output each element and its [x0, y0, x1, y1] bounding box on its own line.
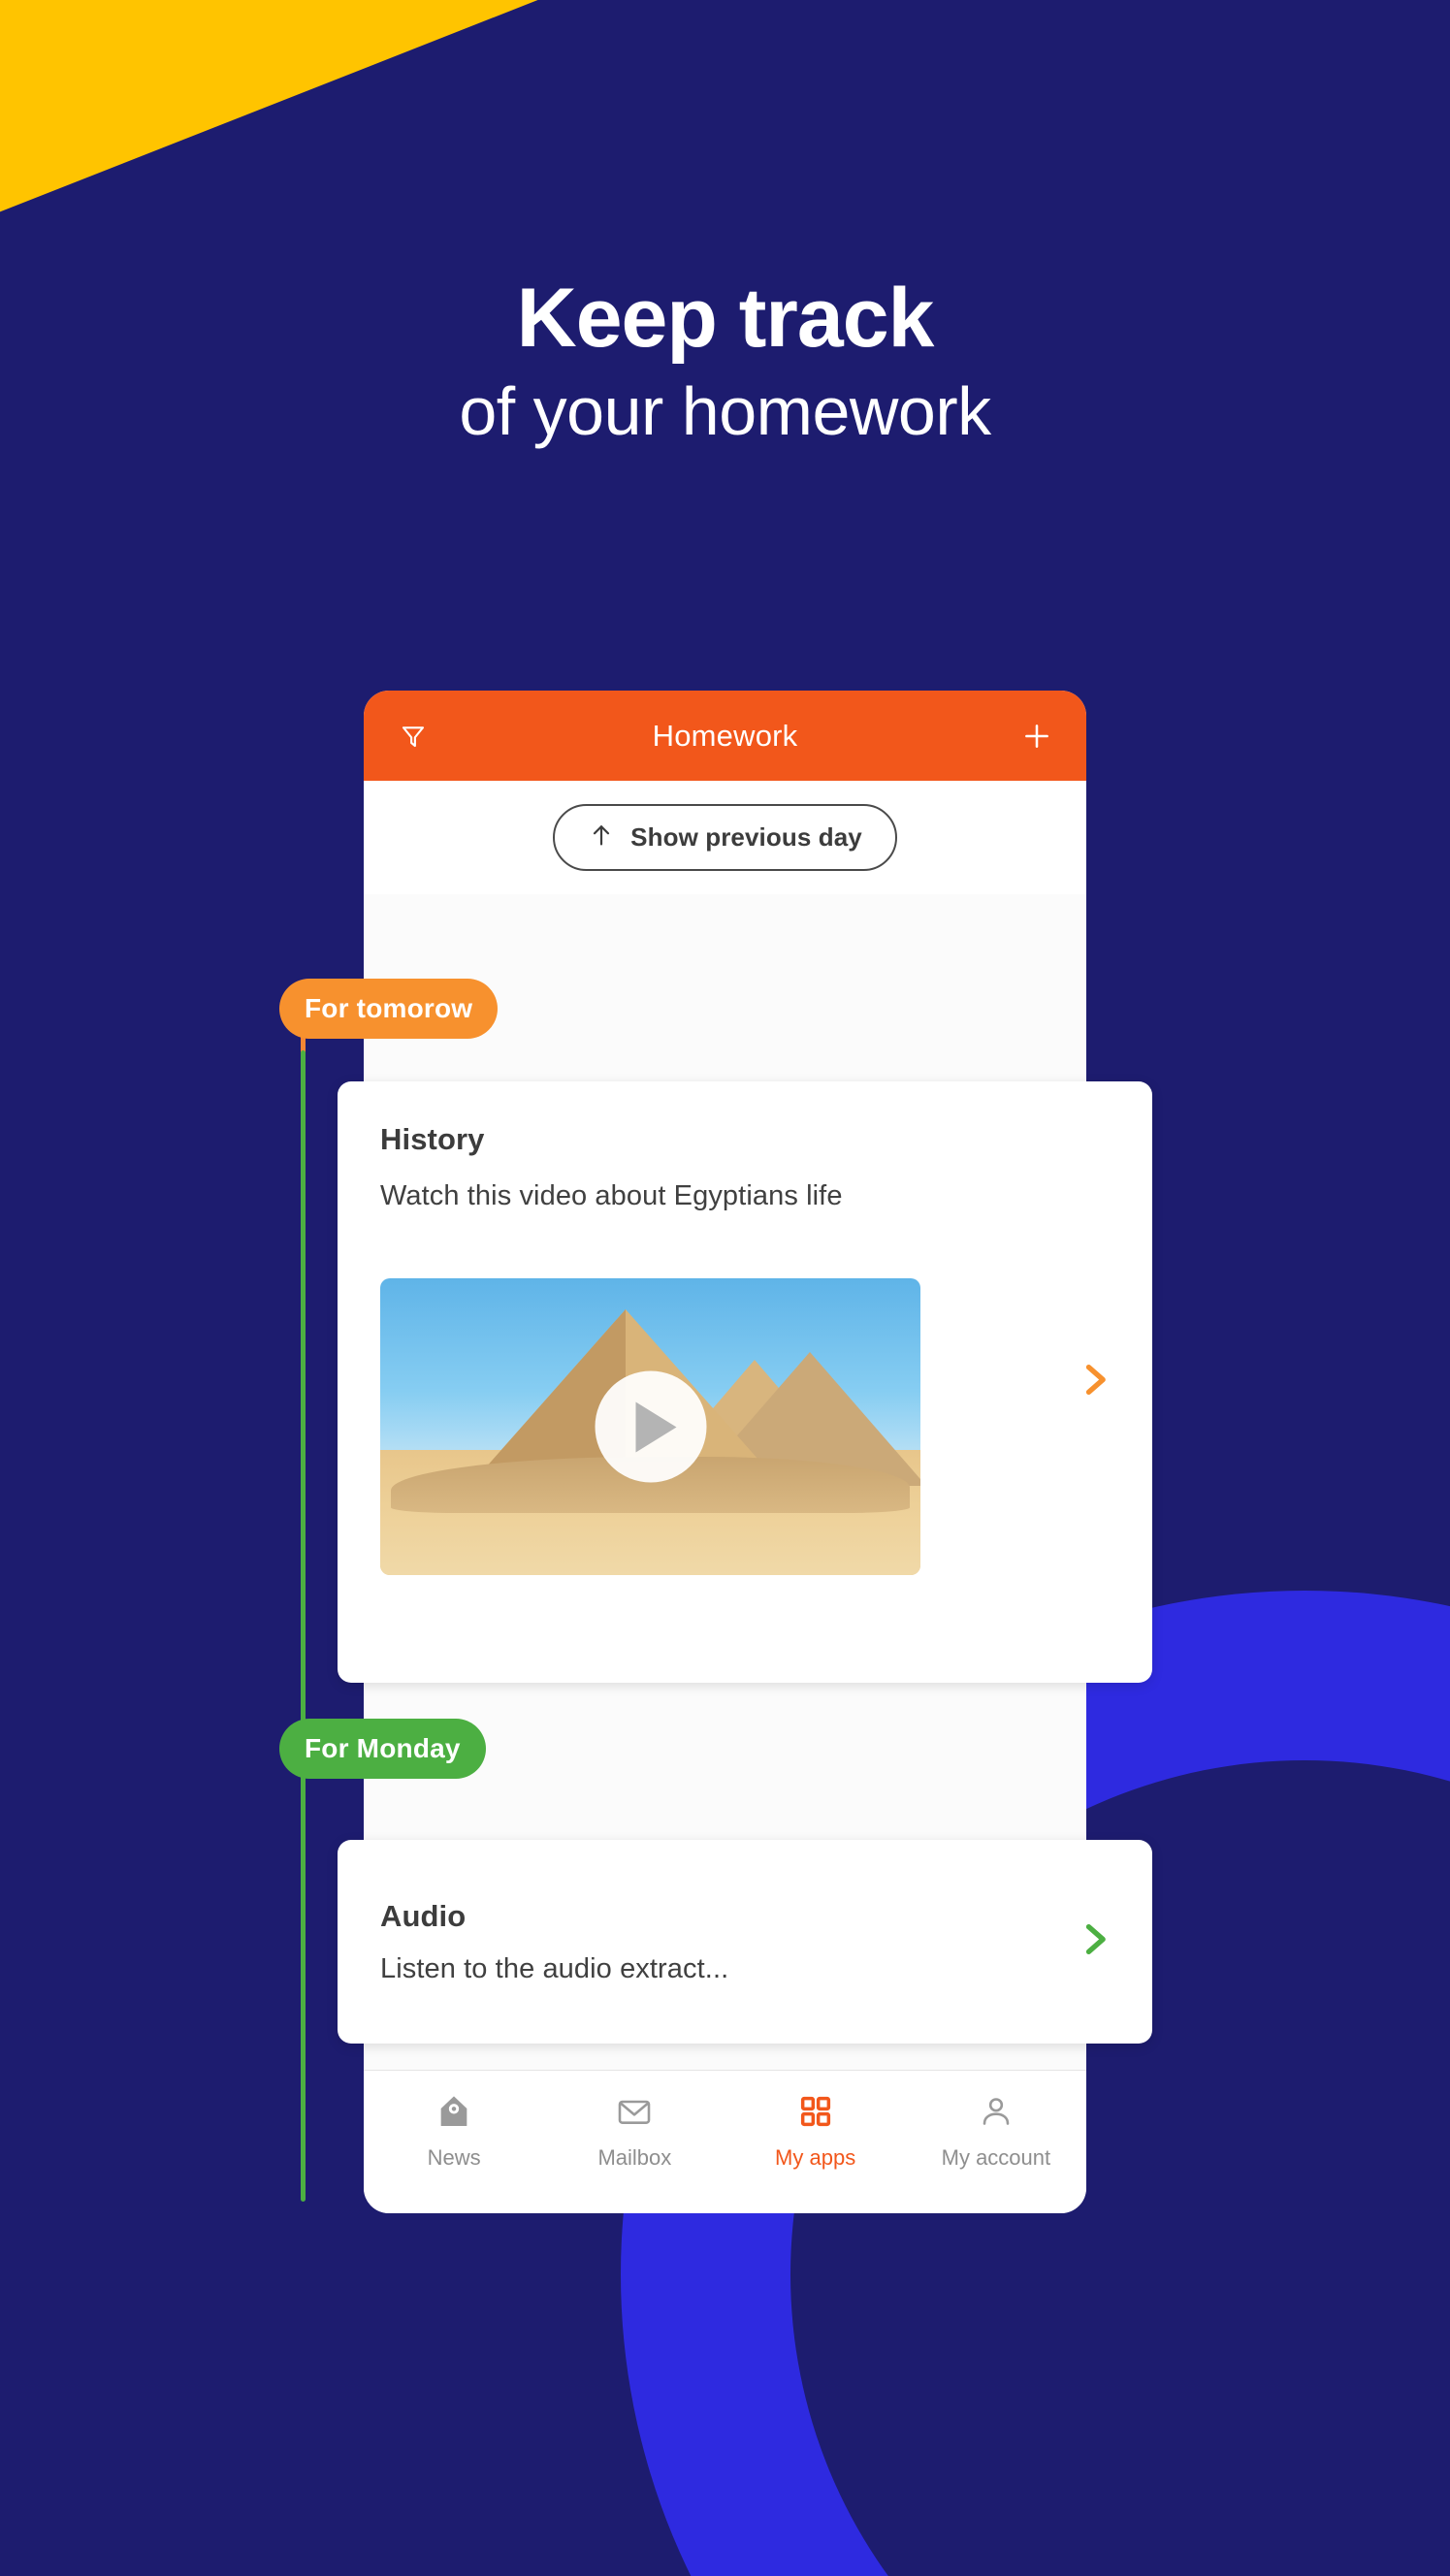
- section-badge-monday[interactable]: For Monday: [279, 1719, 486, 1779]
- app-bar-title: Homework: [652, 718, 798, 753]
- video-thumbnail-pyramids[interactable]: [380, 1278, 920, 1575]
- homework-card-audio[interactable]: Audio Listen to the audio extract...: [338, 1840, 1152, 2044]
- promo-screenshot: Keep track of your homework Homework Sho…: [0, 0, 1450, 2576]
- envelope-icon: [615, 2092, 654, 2136]
- nav-label-mailbox: Mailbox: [597, 2145, 672, 2170]
- nav-item-my-account[interactable]: My account: [906, 2092, 1086, 2171]
- nav-label-my-account: My account: [941, 2145, 1051, 2170]
- nav-label-news: News: [427, 2145, 481, 2170]
- person-icon: [977, 2092, 1015, 2136]
- timeline-line-green: [301, 1050, 306, 2202]
- nav-label-my-apps: My apps: [775, 2145, 856, 2170]
- nav-item-my-apps[interactable]: My apps: [725, 2092, 906, 2171]
- card-title: Audio: [380, 1898, 467, 1933]
- grid-apps-icon: [796, 2092, 835, 2136]
- nav-item-mailbox[interactable]: Mailbox: [544, 2092, 725, 2171]
- card-description: Watch this video about Egyptians life: [380, 1180, 843, 1211]
- play-icon[interactable]: [595, 1370, 706, 1483]
- card-title: History: [380, 1122, 485, 1156]
- arrow-up-icon: [588, 821, 615, 853]
- previous-day-row: Show previous day: [364, 781, 1086, 894]
- headline-line-1: Keep track: [516, 272, 935, 365]
- bottom-navigation: News Mailbox My apps My account: [364, 2071, 1086, 2213]
- plus-icon[interactable]: [1015, 714, 1059, 758]
- section-badge-tomorrow[interactable]: For tomorow: [279, 979, 499, 1039]
- show-previous-day-button[interactable]: Show previous day: [553, 804, 897, 871]
- headline: Keep track of your homework: [0, 272, 1450, 457]
- app-bar: Homework: [364, 691, 1086, 781]
- filter-funnel-icon[interactable]: [391, 714, 435, 758]
- homework-card-history[interactable]: History Watch this video about Egyptians…: [338, 1081, 1152, 1683]
- chevron-right-icon[interactable]: [1073, 1918, 1115, 1966]
- card-description: Listen to the audio extract...: [380, 1952, 729, 1984]
- show-previous-day-label: Show previous day: [630, 822, 862, 852]
- nav-item-news[interactable]: News: [364, 2092, 544, 2171]
- headline-line-2: of your homework: [459, 372, 991, 449]
- house-news-icon: [435, 2092, 473, 2136]
- chevron-right-icon[interactable]: [1073, 1359, 1115, 1406]
